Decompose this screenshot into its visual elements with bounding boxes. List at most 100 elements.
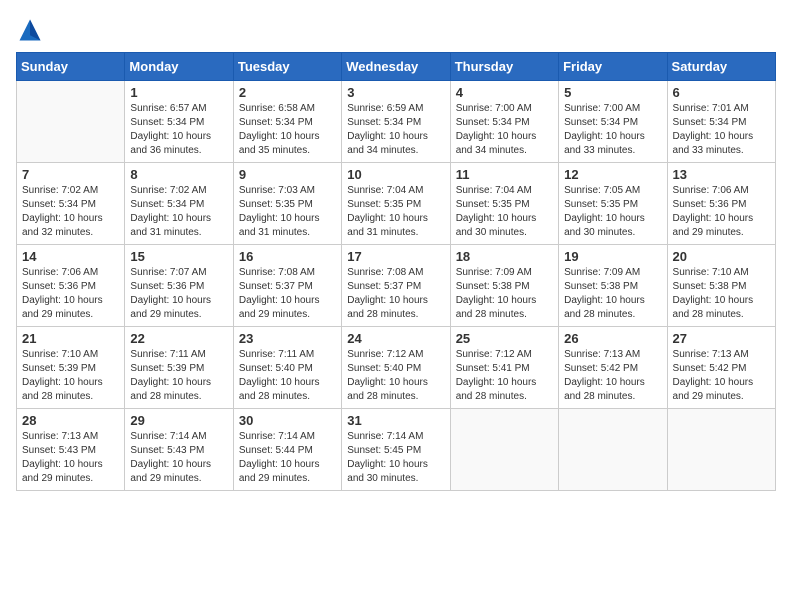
day-info: Sunrise: 7:06 AMSunset: 5:36 PMDaylight:… <box>673 184 770 240</box>
day-number: 5 <box>564 85 661 100</box>
day-info: Sunrise: 7:04 AMSunset: 5:35 PMDaylight:… <box>456 184 553 240</box>
day-cell: 19 Sunrise: 7:09 AMSunset: 5:38 PMDayligh… <box>559 245 667 327</box>
day-cell: 18Sunrise: 7:09 AMSunset: 5:38 PMDayligh… <box>450 245 558 327</box>
day-cell: 3 Sunrise: 6:59 AMSunset: 5:34 PMDaylight… <box>342 81 450 163</box>
day-cell: 4Sunrise: 7:00 AMSunset: 5:34 PMDaylight… <box>450 81 558 163</box>
day-info: Sunrise: 7:01 AMSunset: 5:34 PMDaylight:… <box>673 102 770 158</box>
day-number: 12 <box>564 167 661 182</box>
day-cell <box>559 409 667 491</box>
day-number: 9 <box>239 167 336 182</box>
day-cell: 6 Sunrise: 7:01 AMSunset: 5:34 PMDaylight… <box>667 81 775 163</box>
day-info: Sunrise: 7:02 AMSunset: 5:34 PMDaylight:… <box>22 184 119 240</box>
day-info: Sunrise: 7:13 AMSunset: 5:43 PMDaylight:… <box>22 430 119 486</box>
day-number: 1 <box>130 85 227 100</box>
day-info: Sunrise: 7:08 AMSunset: 5:37 PMDaylight:… <box>239 266 336 322</box>
day-info: Sunrise: 7:13 AMSunset: 5:42 PMDaylight:… <box>564 348 661 404</box>
day-cell: 8 Sunrise: 7:02 AMSunset: 5:34 PMDaylight… <box>125 163 233 245</box>
day-cell: 22 Sunrise: 7:11 AMSunset: 5:39 PMDayligh… <box>125 327 233 409</box>
header-sunday: Sunday <box>17 53 125 81</box>
day-info: Sunrise: 7:13 AMSunset: 5:42 PMDaylight:… <box>673 348 770 404</box>
day-cell: 26 Sunrise: 7:13 AMSunset: 5:42 PMDayligh… <box>559 327 667 409</box>
day-number: 27 <box>673 331 770 346</box>
day-cell: 28 Sunrise: 7:13 AMSunset: 5:43 PMDayligh… <box>17 409 125 491</box>
day-number: 25 <box>456 331 553 346</box>
day-number: 28 <box>22 413 119 428</box>
day-number: 31 <box>347 413 444 428</box>
day-info: Sunrise: 7:11 AMSunset: 5:40 PMDaylight:… <box>239 348 336 404</box>
day-info: Sunrise: 7:00 AMSunset: 5:34 PMDaylight:… <box>456 102 553 158</box>
day-cell <box>667 409 775 491</box>
header-thursday: Thursday <box>450 53 558 81</box>
day-info: Sunrise: 6:57 AMSunset: 5:34 PMDaylight:… <box>130 102 227 158</box>
day-cell: 31 Sunrise: 7:14 AMSunset: 5:45 PMDayligh… <box>342 409 450 491</box>
day-info: Sunrise: 7:14 AMSunset: 5:45 PMDaylight:… <box>347 430 444 486</box>
logo <box>16 16 46 44</box>
day-number: 13 <box>673 167 770 182</box>
day-number: 8 <box>130 167 227 182</box>
day-info: Sunrise: 7:14 AMSunset: 5:44 PMDaylight:… <box>239 430 336 486</box>
day-number: 2 <box>239 85 336 100</box>
week-row-5: 28 Sunrise: 7:13 AMSunset: 5:43 PMDayligh… <box>17 409 776 491</box>
day-cell: 27 Sunrise: 7:13 AMSunset: 5:42 PMDayligh… <box>667 327 775 409</box>
week-row-3: 14Sunrise: 7:06 AMSunset: 5:36 PMDayligh… <box>17 245 776 327</box>
day-info: Sunrise: 6:58 AMSunset: 5:34 PMDaylight:… <box>239 102 336 158</box>
day-number: 10 <box>347 167 444 182</box>
header-tuesday: Tuesday <box>233 53 341 81</box>
day-number: 26 <box>564 331 661 346</box>
day-cell: 30 Sunrise: 7:14 AMSunset: 5:44 PMDayligh… <box>233 409 341 491</box>
day-cell: 12 Sunrise: 7:05 AMSunset: 5:35 PMDayligh… <box>559 163 667 245</box>
day-info: Sunrise: 7:10 AMSunset: 5:39 PMDaylight:… <box>22 348 119 404</box>
day-info: Sunrise: 7:05 AMSunset: 5:35 PMDaylight:… <box>564 184 661 240</box>
day-cell: 21 Sunrise: 7:10 AMSunset: 5:39 PMDayligh… <box>17 327 125 409</box>
week-row-4: 21 Sunrise: 7:10 AMSunset: 5:39 PMDayligh… <box>17 327 776 409</box>
day-number: 22 <box>130 331 227 346</box>
day-info: Sunrise: 7:11 AMSunset: 5:39 PMDaylight:… <box>130 348 227 404</box>
day-cell: 25Sunrise: 7:12 AMSunset: 5:41 PMDayligh… <box>450 327 558 409</box>
logo-icon <box>16 16 44 44</box>
day-number: 17 <box>347 249 444 264</box>
day-info: Sunrise: 7:08 AMSunset: 5:37 PMDaylight:… <box>347 266 444 322</box>
day-number: 30 <box>239 413 336 428</box>
day-info: Sunrise: 7:09 AMSunset: 5:38 PMDaylight:… <box>564 266 661 322</box>
day-number: 7 <box>22 167 119 182</box>
day-cell: 16 Sunrise: 7:08 AMSunset: 5:37 PMDayligh… <box>233 245 341 327</box>
day-cell: 9 Sunrise: 7:03 AMSunset: 5:35 PMDaylight… <box>233 163 341 245</box>
day-number: 16 <box>239 249 336 264</box>
day-cell <box>17 81 125 163</box>
day-info: Sunrise: 7:07 AMSunset: 5:36 PMDaylight:… <box>130 266 227 322</box>
day-info: Sunrise: 7:03 AMSunset: 5:35 PMDaylight:… <box>239 184 336 240</box>
day-cell: 24 Sunrise: 7:12 AMSunset: 5:40 PMDayligh… <box>342 327 450 409</box>
day-cell: 1 Sunrise: 6:57 AMSunset: 5:34 PMDaylight… <box>125 81 233 163</box>
day-number: 21 <box>22 331 119 346</box>
header-saturday: Saturday <box>667 53 775 81</box>
day-info: Sunrise: 7:00 AMSunset: 5:34 PMDaylight:… <box>564 102 661 158</box>
day-number: 11 <box>456 167 553 182</box>
week-row-2: 7 Sunrise: 7:02 AMSunset: 5:34 PMDaylight… <box>17 163 776 245</box>
day-cell: 14Sunrise: 7:06 AMSunset: 5:36 PMDayligh… <box>17 245 125 327</box>
day-number: 24 <box>347 331 444 346</box>
day-number: 3 <box>347 85 444 100</box>
day-info: Sunrise: 7:04 AMSunset: 5:35 PMDaylight:… <box>347 184 444 240</box>
day-cell <box>450 409 558 491</box>
day-cell: 2 Sunrise: 6:58 AMSunset: 5:34 PMDaylight… <box>233 81 341 163</box>
day-cell: 13 Sunrise: 7:06 AMSunset: 5:36 PMDayligh… <box>667 163 775 245</box>
day-cell: 11 Sunrise: 7:04 AMSunset: 5:35 PMDayligh… <box>450 163 558 245</box>
day-info: Sunrise: 7:12 AMSunset: 5:40 PMDaylight:… <box>347 348 444 404</box>
day-number: 19 <box>564 249 661 264</box>
day-cell: 29Sunrise: 7:14 AMSunset: 5:43 PMDayligh… <box>125 409 233 491</box>
day-cell: 23Sunrise: 7:11 AMSunset: 5:40 PMDayligh… <box>233 327 341 409</box>
day-info: Sunrise: 7:09 AMSunset: 5:38 PMDaylight:… <box>456 266 553 322</box>
day-info: Sunrise: 7:06 AMSunset: 5:36 PMDaylight:… <box>22 266 119 322</box>
day-cell: 10 Sunrise: 7:04 AMSunset: 5:35 PMDayligh… <box>342 163 450 245</box>
day-cell: 5 Sunrise: 7:00 AMSunset: 5:34 PMDaylight… <box>559 81 667 163</box>
day-number: 20 <box>673 249 770 264</box>
header-monday: Monday <box>125 53 233 81</box>
day-info: Sunrise: 7:10 AMSunset: 5:38 PMDaylight:… <box>673 266 770 322</box>
day-cell: 20 Sunrise: 7:10 AMSunset: 5:38 PMDayligh… <box>667 245 775 327</box>
calendar-header-row: SundayMondayTuesdayWednesdayThursdayFrid… <box>17 53 776 81</box>
day-info: Sunrise: 7:02 AMSunset: 5:34 PMDaylight:… <box>130 184 227 240</box>
day-number: 6 <box>673 85 770 100</box>
day-info: Sunrise: 6:59 AMSunset: 5:34 PMDaylight:… <box>347 102 444 158</box>
day-info: Sunrise: 7:14 AMSunset: 5:43 PMDaylight:… <box>130 430 227 486</box>
day-cell: 17 Sunrise: 7:08 AMSunset: 5:37 PMDayligh… <box>342 245 450 327</box>
